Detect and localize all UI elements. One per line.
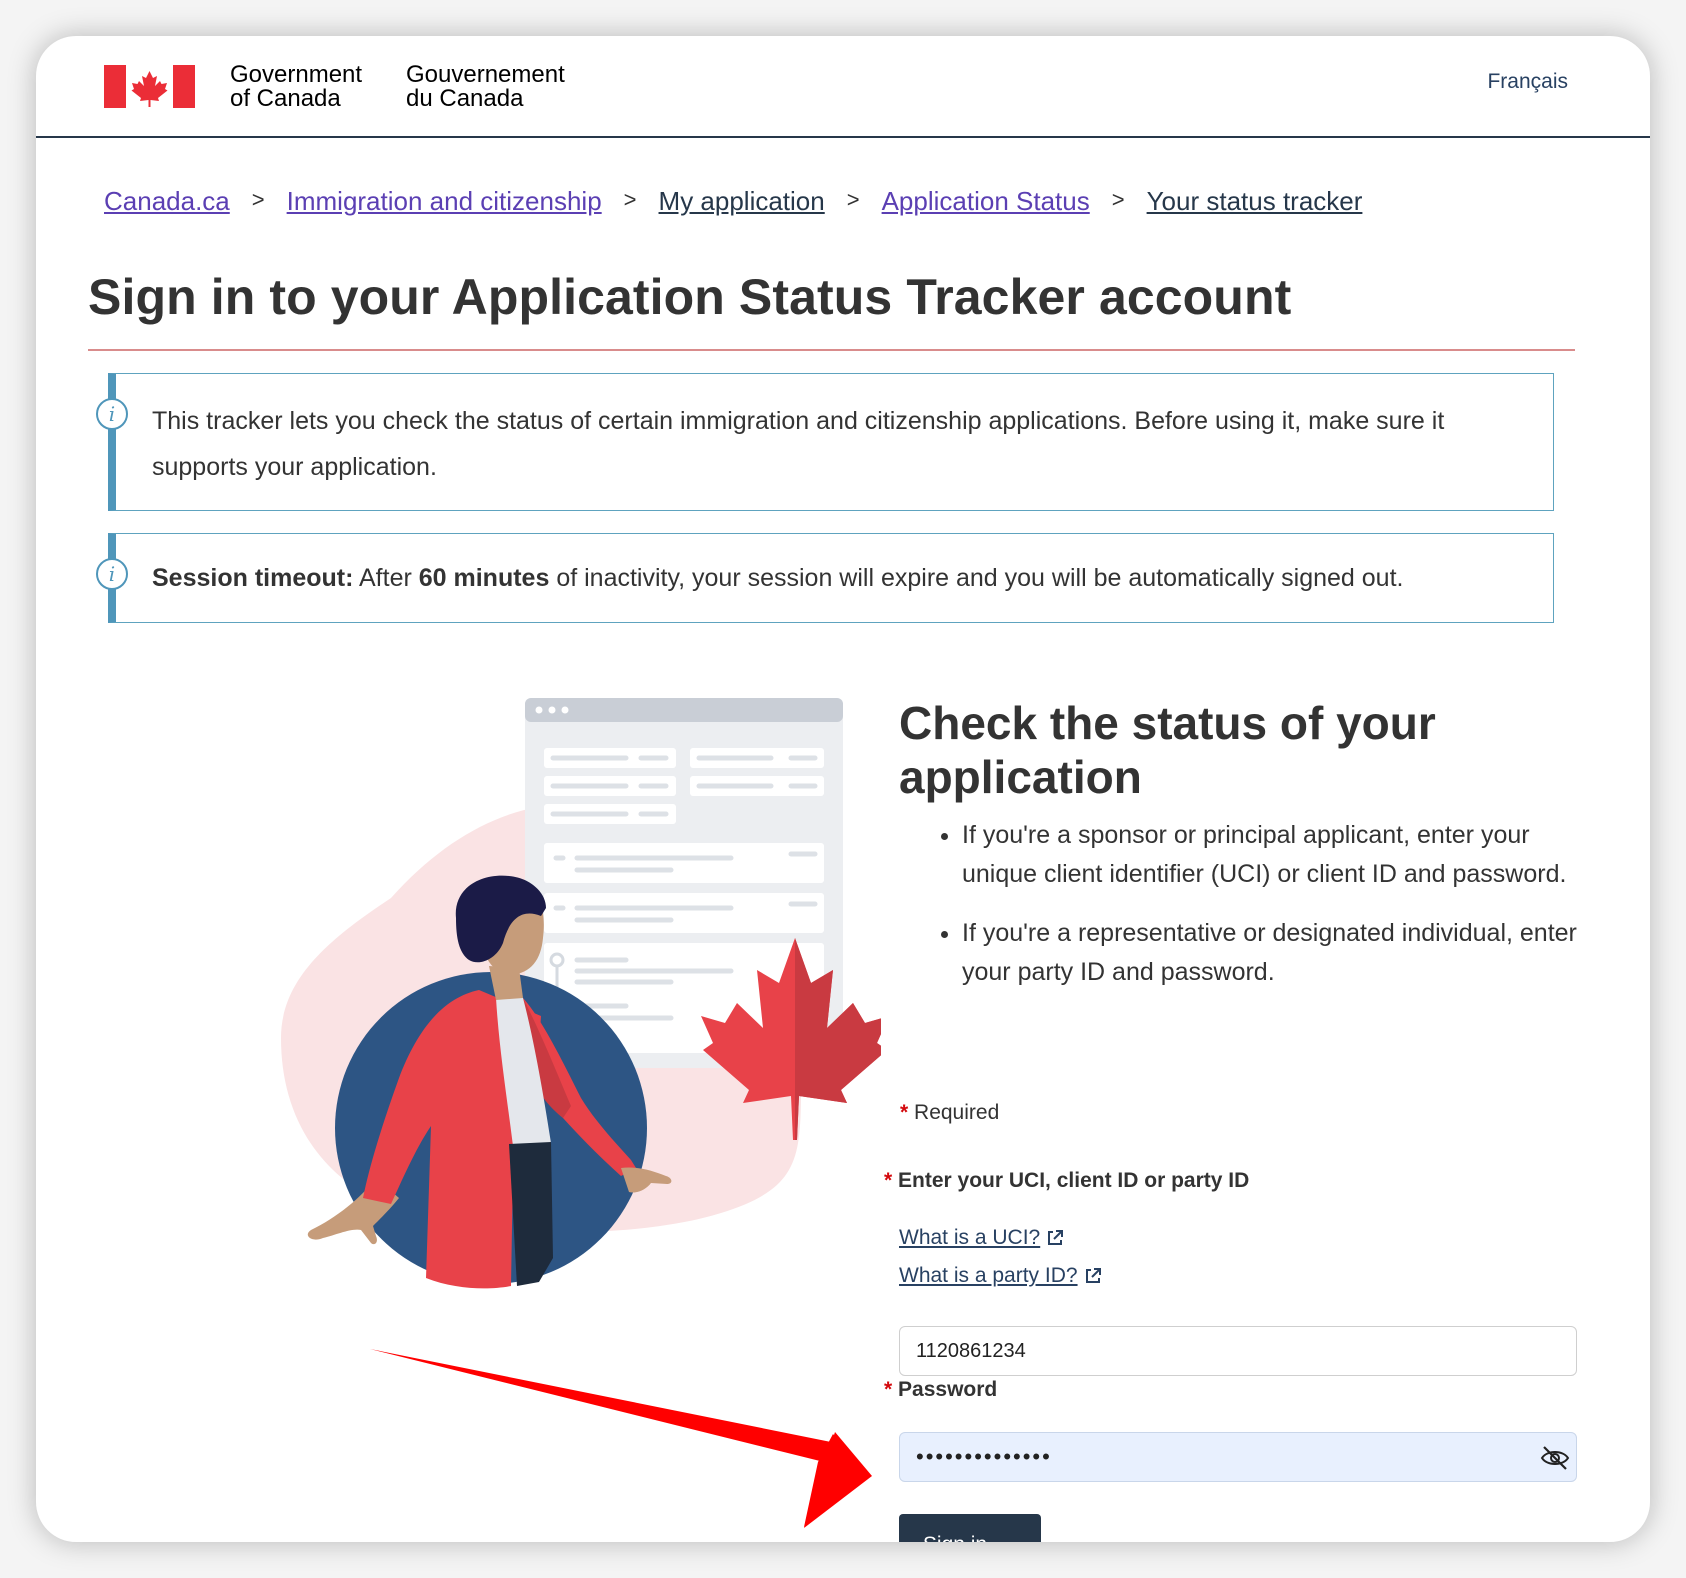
gov-signature-fr: Gouvernement du Canada bbox=[406, 63, 565, 111]
breadcrumb-separator: > bbox=[846, 187, 860, 212]
required-asterisk: * bbox=[900, 1101, 909, 1124]
password-input[interactable] bbox=[899, 1432, 1577, 1482]
required-note: * Required bbox=[900, 1101, 999, 1125]
what-is-uci-text: What is a UCI? bbox=[899, 1226, 1041, 1249]
gc-header: Government of Canada Gouvernement du Can… bbox=[36, 36, 1650, 138]
title-underline bbox=[88, 349, 1575, 351]
external-link-icon bbox=[1048, 1230, 1064, 1245]
password-label-text: Password bbox=[898, 1378, 998, 1401]
uci-label-text: Enter your UCI, client ID or party ID bbox=[898, 1169, 1250, 1192]
instructions-list: If you're a sponsor or principal applica… bbox=[940, 816, 1594, 1012]
info-icon: i bbox=[96, 558, 128, 590]
timeout-post: of inactivity, your session will expire … bbox=[556, 564, 1404, 592]
eye-slash-icon[interactable] bbox=[1539, 1442, 1571, 1474]
info-alert: i This tracker lets you check the status… bbox=[96, 373, 1554, 511]
form-heading: Check the status of your application bbox=[899, 697, 1436, 803]
breadcrumb-link-my-application[interactable]: My application bbox=[659, 186, 825, 216]
uci-label: * Enter your UCI, client ID or party ID bbox=[884, 1169, 1249, 1193]
session-timeout-text: Session timeout: After 60 minutes of ina… bbox=[152, 555, 1533, 601]
signature-en-line1: Government bbox=[230, 61, 363, 88]
signature-fr-line1: Gouvernement bbox=[406, 61, 565, 88]
timeout-minutes: 60 minutes bbox=[418, 564, 550, 592]
required-text: Required bbox=[914, 1101, 1000, 1124]
breadcrumb-link-canada[interactable]: Canada.ca bbox=[104, 186, 230, 216]
info-icon: i bbox=[96, 398, 128, 430]
breadcrumb-link-status-tracker[interactable]: Your status tracker bbox=[1147, 186, 1363, 216]
breadcrumb-separator: > bbox=[1111, 187, 1125, 212]
session-timeout-alert: i Session timeout: After 60 minutes of i… bbox=[96, 533, 1554, 623]
breadcrumb-link-application-status[interactable]: Application Status bbox=[882, 186, 1090, 216]
breadcrumb-link-immigration[interactable]: Immigration and citizenship bbox=[287, 186, 602, 216]
gov-signature-en: Government of Canada bbox=[230, 63, 362, 111]
status-tracker-illustration bbox=[281, 698, 881, 1289]
required-asterisk: * bbox=[884, 1169, 893, 1192]
external-link-icon bbox=[1085, 1268, 1101, 1283]
signature-fr-line2: du Canada bbox=[406, 85, 524, 112]
breadcrumb-separator: > bbox=[251, 187, 265, 212]
breadcrumb-separator: > bbox=[623, 187, 637, 212]
sign-in-button[interactable]: Sign in → bbox=[899, 1514, 1041, 1542]
arrow-right-icon: → bbox=[997, 1534, 1017, 1542]
instruction-item: If you're a sponsor or principal applica… bbox=[962, 816, 1594, 894]
timeout-pre: After bbox=[359, 564, 412, 592]
page-card: Government of Canada Gouvernement du Can… bbox=[36, 36, 1650, 1542]
timeout-label: Session timeout: bbox=[152, 564, 354, 592]
uci-input[interactable] bbox=[899, 1326, 1577, 1376]
what-is-party-id-text: What is a party ID? bbox=[899, 1264, 1078, 1287]
info-alert-text: This tracker lets you check the status o… bbox=[152, 407, 1445, 481]
canada-flag-icon bbox=[104, 65, 195, 108]
required-asterisk: * bbox=[884, 1378, 893, 1401]
what-is-uci-link[interactable]: What is a UCI? bbox=[899, 1226, 1064, 1250]
signature-en-line2: of Canada bbox=[230, 85, 341, 112]
page-title: Sign in to your Application Status Track… bbox=[88, 269, 1292, 325]
what-is-party-id-link[interactable]: What is a party ID? bbox=[899, 1264, 1102, 1288]
breadcrumb: Canada.ca > Immigration and citizenship > My… bbox=[104, 186, 1362, 217]
instruction-item: If you're a representative or designated… bbox=[962, 914, 1594, 992]
password-label: * Password bbox=[884, 1378, 997, 1402]
sign-in-label: Sign in bbox=[923, 1533, 987, 1542]
language-toggle-link[interactable]: Français bbox=[1487, 70, 1568, 94]
